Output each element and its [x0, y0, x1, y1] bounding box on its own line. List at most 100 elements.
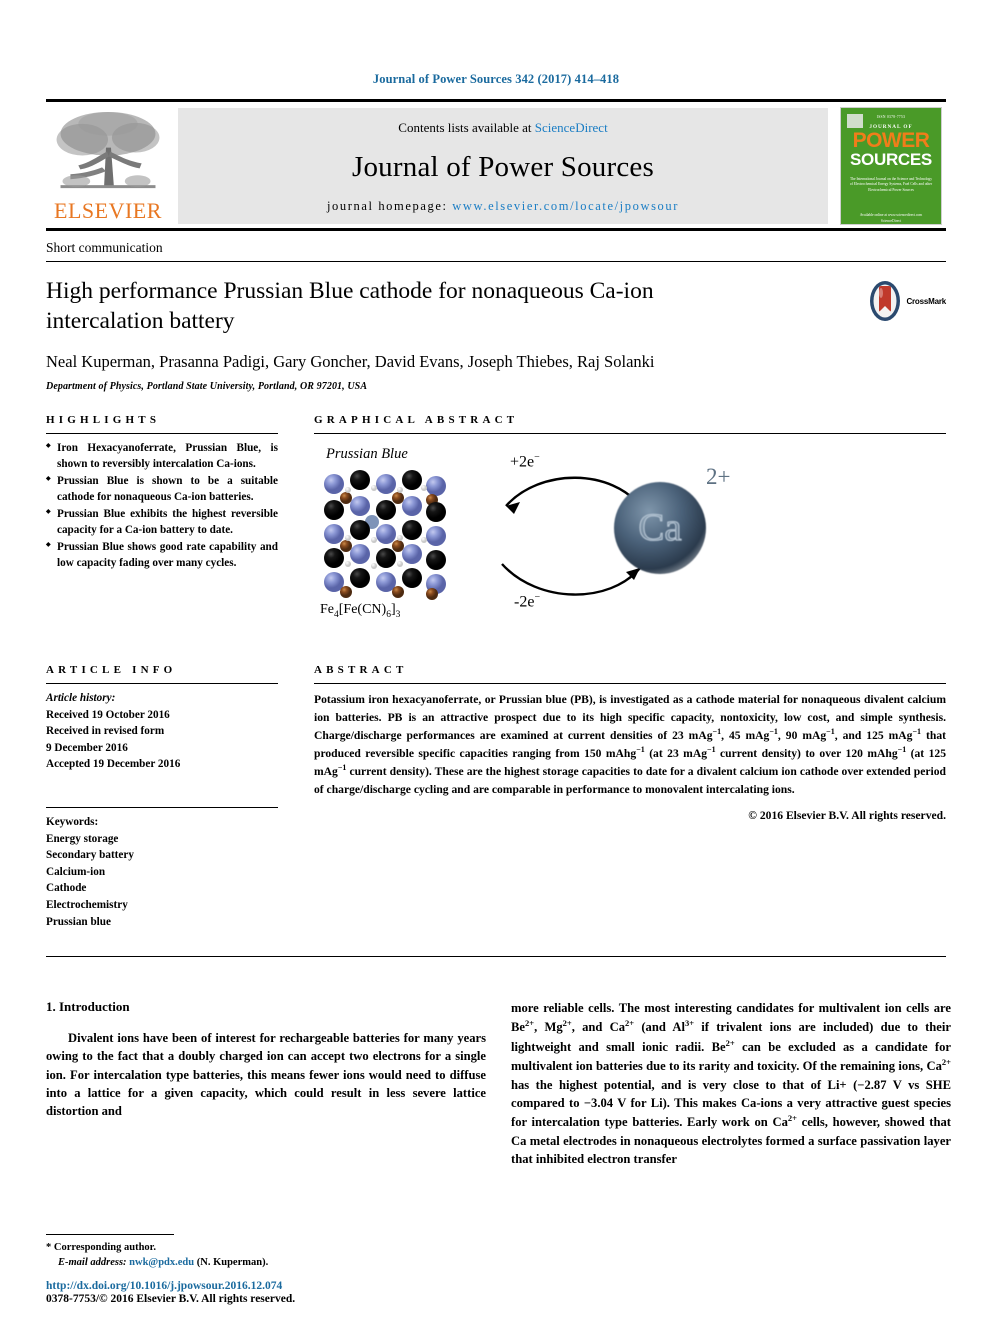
body-sup: 2+: [725, 1037, 735, 1048]
highlights-graphical-row: HIGHLIGHTS Iron Hexacyanoferrate, Prussi…: [46, 392, 946, 638]
doi-block: http://dx.doi.org/10.1016/j.jpowsour.201…: [46, 1280, 506, 1305]
sciencedirect-link[interactable]: ScienceDirect: [535, 120, 608, 135]
contents-prefix: Contents lists available at: [398, 120, 535, 135]
keywords-label: Keywords:: [46, 816, 99, 829]
abstract-copyright: © 2016 Elsevier B.V. All rights reserved…: [748, 809, 946, 823]
crystal-formula: Fe4[Fe(CN)6]3: [320, 602, 400, 620]
abstract-part-4: , and 125 mAg: [834, 728, 913, 742]
abstract-sup: −1: [769, 726, 778, 736]
calcium-ion-charge: 2+: [706, 464, 731, 490]
graphical-abstract-rule: [314, 433, 946, 435]
graphical-abstract-heading: GRAPHICAL ABSTRACT: [314, 414, 519, 427]
graphical-abstract-figure: Prussian Blue Fe4[Fe(CN)6]3 +2e− -2e− Ca…: [314, 442, 946, 638]
section-heading-introduction: 1. Introduction: [46, 999, 130, 1015]
abstract-sup: −1: [636, 745, 645, 755]
footnote-rule: [46, 1233, 174, 1235]
document-type-bar: Short communication: [46, 231, 946, 262]
graphical-abstract-column: GRAPHICAL ABSTRACT Prussian Blue Fe4[Fe(…: [314, 414, 946, 638]
email-label: E-mail address:: [58, 1257, 127, 1269]
arrow-top-label: +2e−: [510, 452, 540, 471]
calcium-ion-label: Ca: [638, 505, 682, 549]
abstract-sup: −1: [707, 745, 716, 755]
articleinfo-abstract-row: ARTICLE INFO Article history: Received 1…: [46, 638, 946, 930]
calcium-ion-sphere: Ca: [614, 482, 706, 575]
cover-sources-word: SOURCES: [850, 149, 932, 169]
history-item: Received 19 October 2016: [46, 708, 170, 721]
article-page: Journal of Power Sources 342 (2017) 414–…: [0, 0, 992, 1323]
cover-issn: ISSN 0378-7753: [876, 115, 906, 119]
body-sup: 2+: [941, 1057, 951, 1068]
body-part-3: , and Ca: [571, 1020, 626, 1035]
formula-sub-3: 3: [395, 609, 401, 620]
abstract-sup: −1: [826, 726, 835, 736]
abstract-column: ABSTRACT Potassium iron hexacyanoferrate…: [314, 664, 946, 930]
abstract-sup: −1: [912, 726, 922, 736]
author-list: Neal Kuperman, Prasanna Padigi, Gary Gon…: [46, 352, 946, 372]
list-item: Prussian Blue is shown to be a suitable …: [46, 474, 278, 506]
homepage-url[interactable]: www.elsevier.com/locate/jpowsour: [452, 199, 679, 213]
abstract-part-9: current density). These are the highest …: [314, 765, 946, 796]
formula-fe: Fe: [320, 602, 334, 618]
contents-line: Contents lists available at ScienceDirec…: [398, 120, 607, 136]
email-line: E-mail address: nwk@pdx.edu (N. Kuperman…: [46, 1255, 486, 1271]
body-sup: 2+: [787, 1113, 797, 1124]
prussian-blue-crystal-icon: [324, 470, 446, 601]
keyword-item: Cathode: [46, 882, 87, 895]
abstract-sup: −1: [897, 745, 907, 755]
body-part-2: , Mg: [534, 1020, 563, 1035]
journal-cover-thumbnail: ISSN 0378-7753 JOURNAL OF POWER SOURCES …: [836, 107, 946, 225]
arrow-bottom-sup: −: [534, 592, 541, 604]
highlights-column: HIGHLIGHTS Iron Hexacyanoferrate, Prussi…: [46, 414, 278, 638]
body-sup: 2+: [562, 1018, 572, 1029]
crystal-label: Prussian Blue: [326, 446, 408, 463]
body-part-4: (and Al: [634, 1020, 685, 1035]
keyword-item: Secondary battery: [46, 849, 134, 862]
crossmark-badge[interactable]: CrossMark: [868, 280, 946, 322]
body-sup: 3+: [684, 1018, 695, 1029]
list-item: Prussian Blue shows good rate capability…: [46, 540, 278, 572]
abstract-part-6: (at 23 mAg: [644, 747, 708, 761]
article-history: Article history: Received 19 October 201…: [46, 684, 278, 773]
journal-homepage-line: journal homepage: www.elsevier.com/locat…: [327, 199, 679, 214]
cover-publisher-mark-icon: [847, 114, 863, 128]
abstract-text: Potassium iron hexacyanoferrate, or Prus…: [314, 684, 946, 798]
history-item: Received in revised form: [46, 725, 165, 738]
abstract-sup: −1: [712, 726, 722, 736]
affiliation: Department of Physics, Portland State Un…: [46, 381, 368, 393]
body-sup: 2+: [625, 1018, 635, 1029]
keywords-block: Keywords: Energy storage Secondary batte…: [46, 808, 278, 930]
corresponding-author-label: Corresponding author.: [53, 1241, 156, 1253]
footnote-star: *: [46, 1241, 52, 1253]
list-item: Iron Hexacyanoferrate, Prussian Blue, is…: [46, 441, 278, 473]
formula-mid: [Fe(CN): [338, 602, 387, 618]
highlights-heading: HIGHLIGHTS: [46, 414, 161, 427]
paragraph: more reliable cells. The most interestin…: [511, 999, 951, 1168]
article-info-heading: ARTICLE INFO: [46, 664, 177, 677]
cover-image: ISSN 0378-7753 JOURNAL OF POWER SOURCES …: [840, 107, 942, 225]
elsevier-wordmark: ELSEVIER: [54, 198, 162, 223]
cover-power-word: POWER: [852, 129, 930, 152]
highlights-list: Iron Hexacyanoferrate, Prussian Blue, is…: [46, 434, 278, 571]
body-column-left: 1. Introduction Divalent ions have been …: [46, 999, 486, 1168]
journal-masthead: ELSEVIER Contents lists available at Sci…: [46, 99, 946, 231]
running-head: Journal of Power Sources 342 (2017) 414–…: [372, 72, 620, 86]
abstract-part-2: , 45 mAg: [721, 728, 770, 742]
email-suffix: (N. Kuperman).: [196, 1257, 269, 1269]
body-sup: 2+: [525, 1018, 535, 1029]
keyword-item: Prussian blue: [46, 915, 111, 928]
abstract-part-7: current density) to over 120 mAhg: [715, 747, 898, 761]
authors-text: Neal Kuperman, Prasanna Padigi, Gary Gon…: [46, 352, 655, 372]
abstract-heading: ABSTRACT: [314, 664, 408, 677]
paragraph: Divalent ions have been of interest for …: [46, 1031, 486, 1119]
issn-copyright-line: 0378-7753/© 2016 Elsevier B.V. All right…: [46, 1293, 296, 1305]
corresponding-author-footnote: * Corresponding author. E-mail address: …: [46, 1233, 486, 1272]
document-type: Short communication: [46, 240, 163, 255]
history-item: 9 December 2016: [46, 741, 128, 754]
journal-title: Journal of Power Sources: [352, 151, 654, 183]
doi-link[interactable]: http://dx.doi.org/10.1016/j.jpowsour.201…: [46, 1280, 506, 1292]
corresponding-author-line: * Corresponding author.: [46, 1240, 486, 1256]
keyword-item: Electrochemistry: [46, 898, 128, 911]
article-title: High performance Prussian Blue cathode f…: [46, 278, 654, 335]
title-block: High performance Prussian Blue cathode f…: [46, 262, 946, 392]
email-link[interactable]: nwk@pdx.edu: [129, 1257, 194, 1268]
